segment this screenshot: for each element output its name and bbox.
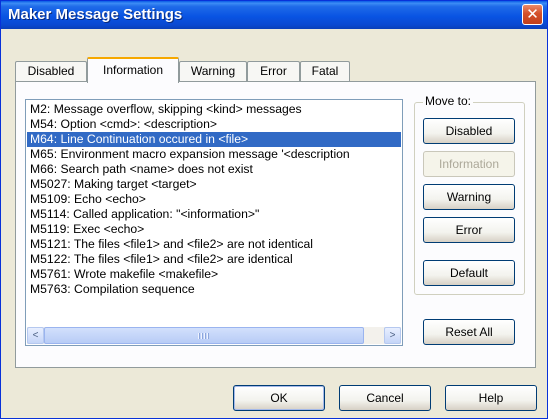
tab-label: Disabled [27, 64, 75, 78]
window-title: Maker Message Settings [8, 6, 183, 23]
scroll-right-button[interactable]: > [384, 327, 401, 344]
list-item[interactable]: M2: Message overflow, skipping <kind> me… [27, 102, 401, 117]
tab-label: Information [102, 63, 164, 77]
list-item-selected[interactable]: M64: Line Continuation occured in <file> [27, 132, 401, 147]
move-to-error-button[interactable]: Error [423, 217, 515, 243]
help-button[interactable]: Help [445, 385, 537, 411]
list-item[interactable]: M65: Environment macro expansion message… [27, 147, 401, 162]
list-item[interactable]: M54: Option <cmd>: <description> [27, 117, 401, 132]
tab-label: Warning [190, 64, 236, 78]
grip-icon [198, 333, 210, 339]
list-item[interactable]: M5109: Echo <echo> [27, 192, 401, 207]
tab-error[interactable]: Error [247, 61, 300, 81]
list-item[interactable]: M5114: Called application: "<information… [27, 207, 401, 222]
chevron-left-icon: < [32, 330, 39, 341]
tab-label: Error [260, 64, 287, 78]
list-item[interactable]: M5027: Making target <target> [27, 177, 401, 192]
move-to-warning-button[interactable]: Warning [423, 184, 515, 210]
horizontal-scrollbar[interactable]: < > [27, 327, 401, 344]
list-item[interactable]: M5121: The files <file1> and <file2> are… [27, 237, 401, 252]
close-icon: ✕ [526, 5, 539, 23]
list-item[interactable]: M5119: Exec <echo> [27, 222, 401, 237]
list-item[interactable]: M5122: The files <file1> and <file2> are… [27, 252, 401, 267]
list-item[interactable]: M5763: Compilation sequence [27, 282, 401, 297]
message-list[interactable]: M2: Message overflow, skipping <kind> me… [25, 99, 403, 346]
move-to-label: Move to: [423, 94, 474, 108]
scrollbar-thumb[interactable] [44, 327, 364, 344]
tab-information[interactable]: Information [87, 57, 179, 83]
chevron-right-icon: > [389, 330, 396, 341]
ok-button[interactable]: OK [233, 385, 325, 411]
move-to-information-button[interactable]: Information [423, 151, 515, 177]
cancel-button[interactable]: Cancel [339, 385, 431, 411]
tab-label: Fatal [311, 64, 339, 78]
title-bar[interactable]: Maker Message Settings ✕ [1, 1, 547, 29]
default-button[interactable]: Default [423, 260, 515, 286]
list-item[interactable]: M66: Search path <name> does not exist [27, 162, 401, 177]
tab-fatal[interactable]: Fatal [300, 61, 350, 81]
scroll-left-button[interactable]: < [27, 327, 44, 344]
reset-all-button[interactable]: Reset All [423, 319, 515, 345]
message-list-items: M2: Message overflow, skipping <kind> me… [27, 102, 401, 297]
tab-disabled[interactable]: Disabled [15, 61, 87, 81]
list-item[interactable]: M5761: Wrote makefile <makefile> [27, 267, 401, 282]
close-button[interactable]: ✕ [522, 4, 543, 25]
tab-warning[interactable]: Warning [179, 61, 247, 81]
dialog-window: Maker Message Settings ✕ Disabled Inform… [0, 0, 548, 419]
move-to-disabled-button[interactable]: Disabled [423, 118, 515, 144]
